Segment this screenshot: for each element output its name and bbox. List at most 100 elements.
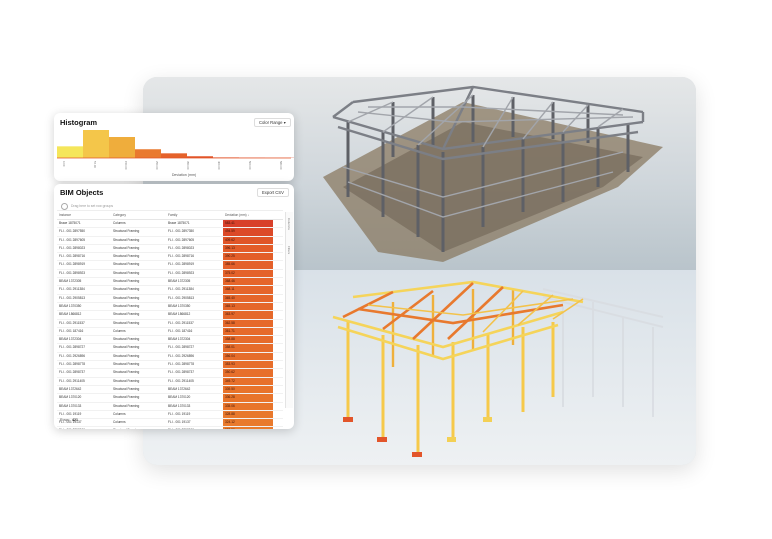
- table-row[interactable]: FLI - 001 2898923 Structural Framing FLI -…: [57, 269, 283, 279]
- column-header-deviation[interactable]: Deviation (mm) ↓: [223, 212, 273, 219]
- cell-family: FLI - 001 2898737: [168, 370, 195, 375]
- cell-family: FLI - 001 2898716: [168, 254, 195, 259]
- histogram-bar: [57, 146, 83, 158]
- cell-instance: BEAM 1370120: [59, 395, 82, 400]
- columns-tab[interactable]: Columns: [287, 218, 291, 230]
- table-row[interactable]: BEAM 1372304 Structural Framing BEAM 13723…: [57, 336, 283, 345]
- cell-instance: BEAM 1372642: [59, 386, 82, 391]
- table-row[interactable]: FLI - 001 187416 Columns FLI - 001 187416 3…: [57, 327, 283, 337]
- cell-category: Structural Framing: [113, 403, 140, 408]
- cell-deviation: 385.66: [223, 261, 273, 269]
- table-row[interactable]: FLI - 001 2926896 Structural Framing FLI -…: [57, 352, 283, 362]
- table-row[interactable]: FLI - 001 19119 Columns FLI - 001 19119 328…: [57, 410, 283, 420]
- table-row[interactable]: FLI - 001 2898716 Structural Framing FLI -…: [57, 253, 283, 262]
- cell-family: FLI - 001 2911405: [168, 378, 194, 383]
- cell-category: Structural Framing: [113, 353, 140, 358]
- cell-family: FLI - 001 2897350: [168, 229, 195, 234]
- cell-instance: FLI - 001 2911405: [59, 378, 85, 383]
- cell-category: Structural Framing: [113, 386, 140, 391]
- cell-category: Columns: [113, 328, 126, 333]
- table-row[interactable]: BEAM 1370350 Structural Framing BEAM 13703…: [57, 302, 283, 312]
- column-header-family[interactable]: Family: [168, 212, 222, 219]
- table-row[interactable]: FLI - 001 2898778 Structural Framing FLI -…: [57, 361, 283, 370]
- histogram-tick-label: 0.00: [62, 161, 66, 167]
- cell-family: FLI - 001 2898023: [168, 245, 195, 250]
- cell-deviation: 353.93: [223, 361, 273, 369]
- table-row[interactable]: FLI - 001 2898737 Structural Framing FLI -…: [57, 369, 283, 378]
- table-row[interactable]: FLI - 001 2898919 Structural Framing FLI -…: [57, 261, 283, 270]
- cell-family: FLI - 001 2898919: [168, 262, 195, 267]
- table-row[interactable]: BEAM 1372642 Structural Framing BEAM 13726…: [57, 385, 283, 395]
- cell-instance: FLI - 001 2898716: [59, 254, 86, 259]
- table-row[interactable]: FLI - 001 2905813 Structural Framing FLI -…: [57, 294, 283, 303]
- cell-instance: BEAM 1866812: [59, 312, 82, 317]
- cell-category: Columns: [113, 420, 126, 425]
- side-panel-tabs: Columns Filters: [285, 212, 293, 408]
- cell-family: FLI - 001 19119: [168, 411, 191, 416]
- table-body: Brace 1875071 Columns Brace 1875071 583.41 F…: [57, 220, 283, 429]
- cell-family: FLI - 001 2898727: [168, 345, 195, 350]
- table-row[interactable]: FLI - 001 2897605 Structural Framing FLI -…: [57, 236, 283, 245]
- filters-tab[interactable]: Filters: [287, 246, 291, 254]
- cell-deviation: 324.12: [223, 419, 273, 427]
- cell-instance: FLI - 001 2911384: [59, 287, 85, 292]
- table-row[interactable]: FLI - 001 2898960Structural FramingFLI -…: [57, 427, 283, 429]
- table-row[interactable]: FLI - 001 2911537 Structural Framing FLI -…: [57, 319, 283, 328]
- histogram-tick-label: 57.00: [93, 161, 97, 168]
- cell-category: Structural Framing: [113, 378, 140, 383]
- rows-label: Rows:: [60, 418, 70, 422]
- row-groups-drop-zone[interactable]: Drag here to set row groups: [57, 202, 283, 211]
- cell-instance: BEAM 1370133: [59, 403, 82, 408]
- histogram-bar: [83, 130, 109, 158]
- histogram-tick-label: 250.00: [155, 161, 159, 170]
- histogram-tick-label: 580.00: [279, 161, 283, 170]
- cell-instance: FLI - 001 2898778: [59, 362, 86, 367]
- cell-instance: FLI - 001 2898919: [59, 262, 86, 267]
- cell-family: FLI - 001 2897605: [168, 237, 195, 242]
- cell-category: Structural Framing: [113, 270, 140, 275]
- table-row[interactable]: BEAM 1370120 Structural Framing BEAM 13701…: [57, 394, 283, 403]
- table-row[interactable]: BEAM 1372305 Structural Framing BEAM 13723…: [57, 278, 283, 287]
- cell-deviation: 365.13: [223, 302, 273, 311]
- cell-category: Columns: [113, 221, 126, 225]
- table-row[interactable]: FLI - 001 2897550 Structural Framing FLI -…: [57, 228, 283, 237]
- table-row[interactable]: FLI - 001 2911405 Structural Framing FLI -…: [57, 377, 283, 386]
- cell-instance: BEAM 1372305: [59, 279, 82, 284]
- cell-instance: FLI - 001 2898960: [59, 427, 113, 429]
- cell-instance: FLI - 001 2911537: [59, 320, 85, 325]
- bim-objects-title: BIM Objects: [60, 188, 104, 197]
- table-row[interactable]: BEAM 1370133 Structural Framing BEAM 13701…: [57, 402, 283, 411]
- table-row[interactable]: Brace 1875071 Columns Brace 1875071 583.41: [57, 220, 283, 229]
- cell-deviation: 322.50: [223, 427, 273, 429]
- bim-objects-card: BIM Objects Export CSV Drag here to set …: [54, 184, 294, 429]
- cell-instance: FLI - 001 2905813: [59, 295, 86, 300]
- cell-instance: Brace 1875071: [59, 221, 81, 225]
- cell-category: Structural Framing: [113, 279, 140, 284]
- cell-family: FLI - 001 19137: [168, 420, 191, 425]
- cell-family: BEAM 1372642: [168, 386, 191, 391]
- column-header-instance[interactable]: Instance: [59, 212, 113, 219]
- cell-deviation: 356.04: [223, 352, 273, 361]
- rows-footer: Rows: 421: [60, 418, 78, 422]
- cell-deviation: 336.28: [223, 394, 273, 402]
- column-header-category[interactable]: Category: [113, 212, 167, 219]
- cell-deviation: 396.13: [223, 244, 273, 253]
- cell-category: Structural Framing: [113, 427, 167, 429]
- cell-deviation: 494.59: [223, 228, 273, 236]
- histogram-tick-label: 150.00: [124, 161, 128, 170]
- table-row[interactable]: FLI - 001 2898727 Structural Framing FLI -…: [57, 344, 283, 353]
- cell-deviation: 375.02: [223, 269, 273, 278]
- cell-deviation: 368.11: [223, 286, 273, 294]
- cell-deviation: 409.62: [223, 236, 273, 244]
- table-row[interactable]: BEAM 1866812 Structural Framing BEAM 18668…: [57, 311, 283, 320]
- cell-deviation: 361.71: [223, 327, 273, 336]
- table-row[interactable]: FLI - 001 2898023 Structural Framing FLI -…: [57, 244, 283, 254]
- cell-category: Structural Framing: [113, 245, 140, 250]
- cell-instance: FLI - 001 2926896: [59, 353, 86, 358]
- export-csv-button[interactable]: Export CSV: [257, 188, 289, 197]
- table-row[interactable]: FLI - 001 19137 Columns FLI - 001 19137 324…: [57, 419, 283, 428]
- cell-instance: BEAM 1370350: [59, 303, 82, 308]
- cell-instance: FLI - 001 2897550: [59, 229, 86, 234]
- table-row[interactable]: FLI - 001 2911384 Structural Framing FLI -…: [57, 286, 283, 295]
- cell-category: Structural Framing: [113, 345, 140, 350]
